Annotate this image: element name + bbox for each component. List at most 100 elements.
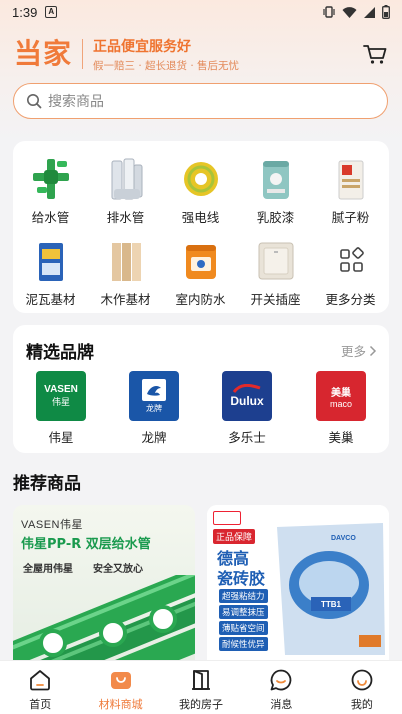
brand-item-dulux[interactable]: Dulux 多乐士 — [207, 371, 287, 446]
category-item-tile-base[interactable]: 泥瓦基材 — [13, 227, 88, 307]
card-tag: 安全又放心 — [93, 564, 143, 575]
category-item-more[interactable]: 更多分类 — [313, 227, 388, 307]
bag-brand: DAVCO — [331, 535, 356, 542]
slogan-sub: 假一赔三 · 超长退货 · 售后无忧 — [93, 59, 240, 72]
product-card-vasen-pipe[interactable]: VASEN伟星 伟星PP-R 双层给水管 全屋用伟星 安全又放心 — [13, 505, 195, 660]
status-bar: 1:39 A — [0, 0, 402, 24]
brand-name: 美巢 — [328, 430, 354, 445]
card-feature: 易调整抹压 — [219, 605, 268, 619]
bag-code: TTB1 — [321, 600, 341, 609]
featured-brands-section: 精选品牌 更多 VASEN 伟星 伟星 龙牌 龙牌 Dulux 多乐士 美巢 m… — [13, 325, 389, 453]
search-bar[interactable]: 搜索商品 — [13, 83, 388, 119]
category-grid: 给水管 排水管 强电线 乳胶漆 腻子粉 泥瓦基材 木作基材 室内防水 开关插座 … — [13, 141, 389, 313]
tile-adhesive-box-icon — [38, 243, 63, 281]
recommended-title: 推荐商品 — [13, 474, 81, 494]
signal-icon — [364, 6, 375, 18]
tab-profile[interactable]: 我的 — [322, 661, 402, 714]
tab-label: 我的房子 — [179, 698, 224, 711]
category-item-wood-base[interactable]: 木作基材 — [88, 227, 163, 307]
grid-more-icon — [339, 247, 364, 272]
product-card-davco-adhesive[interactable]: 正品保障 德高 瓷砖胶 超强粘结力 易调整抹压 薄贴省空间 耐候性优异 DAVC… — [207, 505, 389, 660]
message-bubble-icon — [271, 669, 292, 691]
category-label: 乳胶漆 — [256, 210, 295, 225]
tab-home[interactable]: 首页 — [0, 661, 80, 714]
category-item-putty[interactable]: 腻子粉 — [313, 145, 388, 225]
card-headline-2: 瓷砖胶 — [217, 569, 266, 588]
yellow-wire-coil-icon — [183, 162, 218, 196]
brand-item-maco[interactable]: 美巢 maco 美巢 — [301, 371, 381, 446]
app-header: 当家 正品便宜服务好 假一赔三 · 超长退货 · 售后无忧 — [14, 34, 388, 74]
dragon-emblem-icon — [142, 379, 166, 401]
section-title: 精选品牌 — [26, 343, 94, 363]
brand-logo-text: VASEN — [44, 384, 78, 395]
tab-label: 我的 — [350, 698, 373, 711]
more-label: 更多 — [340, 344, 366, 359]
search-icon — [27, 94, 42, 109]
tab-messages[interactable]: 消息 — [241, 661, 321, 714]
category-label: 木作基材 — [100, 292, 151, 307]
header-divider — [82, 39, 84, 69]
slogan: 正品便宜服务好 假一赔三 · 超长退货 · 售后无忧 — [93, 36, 239, 73]
category-label: 强电线 — [181, 210, 220, 225]
brand-name: 龙牌 — [141, 430, 167, 445]
waterproof-bucket-icon — [185, 245, 216, 279]
brands-more-link[interactable]: 更多 — [341, 341, 377, 360]
brand-name: 伟星 — [48, 430, 74, 445]
white-pvc-pipes-icon — [111, 158, 142, 200]
app-logo: 当家 — [14, 37, 73, 70]
card-headline: 伟星PP-R 双层给水管 — [21, 537, 151, 552]
wall-switch-icon — [258, 242, 293, 280]
card-feature: 超强粘结力 — [219, 589, 268, 603]
brand-logo-text: 龙牌 — [146, 404, 162, 413]
tab-label: 首页 — [29, 698, 52, 711]
brand-item-longpai[interactable]: 龙牌 龙牌 — [114, 371, 194, 446]
wifi-icon — [342, 6, 357, 18]
home-icon — [30, 670, 51, 691]
brand-logo-sub: maco — [329, 398, 352, 409]
category-label: 给水管 — [31, 210, 70, 225]
brand-logo: VASEN 伟星 — [36, 371, 86, 421]
card-brand: VASEN伟星 — [21, 519, 83, 531]
brand-logo: 龙牌 — [129, 371, 179, 421]
brand-logo: 美巢 maco — [316, 371, 366, 421]
card-feature: 耐候性优异 — [219, 637, 268, 651]
card-tag: 全屋用伟星 — [23, 564, 73, 575]
card-badge: 正品保障 — [213, 529, 256, 544]
category-item-water-pipe[interactable]: 给水管 — [13, 145, 88, 225]
category-label: 开关插座 — [250, 292, 301, 307]
putty-bag-icon — [338, 160, 363, 200]
status-notification-icon: A — [45, 6, 58, 18]
vibrate-icon — [323, 6, 335, 18]
brand-logo: Dulux — [222, 371, 272, 421]
category-item-latex-paint[interactable]: 乳胶漆 — [238, 145, 313, 225]
brand-logo-text: Dulux — [230, 394, 264, 408]
tab-label: 材料商城 — [98, 698, 143, 711]
category-item-power-wire[interactable]: 强电线 — [163, 145, 238, 225]
chevron-right-icon — [369, 345, 377, 356]
category-item-drain-pipe[interactable]: 排水管 — [88, 145, 163, 225]
door-icon — [192, 670, 211, 690]
bottom-tab-bar: 首页 材料商城 我的房子 消息 我的 — [0, 660, 402, 714]
brand-logo-text: 美巢 — [331, 387, 351, 399]
category-label: 更多分类 — [325, 292, 376, 307]
brand-item-vasen[interactable]: VASEN 伟星 伟星 — [21, 371, 101, 446]
smiley-profile-icon — [351, 669, 373, 691]
brand-logo-sub: 伟星 — [51, 398, 70, 408]
status-time: 1:39 — [12, 4, 38, 20]
cart-icon[interactable] — [362, 41, 388, 67]
category-item-switch-socket[interactable]: 开关插座 — [238, 227, 313, 307]
category-label: 腻子粉 — [331, 210, 370, 225]
shopping-bag-icon — [110, 672, 131, 689]
category-label: 室内防水 — [175, 292, 226, 307]
brand-name: 多乐士 — [228, 430, 266, 445]
green-pipes-image — [13, 575, 195, 660]
wood-boards-icon — [111, 243, 141, 281]
slogan-main: 正品便宜服务好 — [93, 38, 192, 55]
tab-label: 消息 — [270, 698, 293, 711]
tab-my-house[interactable]: 我的房子 — [161, 661, 241, 714]
green-pipe-fittings-icon — [32, 159, 69, 199]
category-item-waterproof[interactable]: 室内防水 — [163, 227, 238, 307]
tab-material-mall[interactable]: 材料商城 — [80, 661, 160, 714]
battery-icon — [382, 5, 390, 19]
dulux-swirl-icon — [232, 384, 261, 393]
